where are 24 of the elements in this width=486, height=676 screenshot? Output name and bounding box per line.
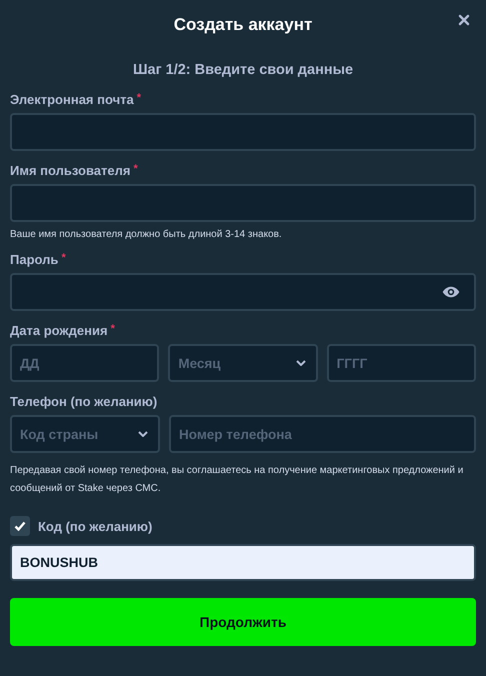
consent-text: Передавая свой номер телефона, вы соглашаетесь на получение маркетинговых предложений и сообщений от Stake через СМС.: [10, 464, 464, 496]
password-field[interactable]: [10, 273, 476, 311]
username-field[interactable]: [10, 184, 476, 222]
field-label: Электронная почта *: [10, 92, 142, 107]
checkmark-icon: [14, 521, 26, 531]
continue-button[interactable]: Продолжить: [10, 598, 476, 646]
chevron-down-icon: [296, 360, 306, 366]
field-label: Телефон (по желанию): [10, 394, 158, 409]
eye-icon[interactable]: [442, 286, 460, 298]
chevron-down-icon: [138, 431, 148, 437]
checkbox-label: Код (по желанию): [38, 518, 152, 534]
year-field[interactable]: ГГГГ: [326, 344, 476, 382]
field-label: Дата рождения *: [10, 323, 116, 338]
modal-title: Создать аккаунт: [174, 15, 312, 35]
phone-number-field[interactable]: Номер телефона: [169, 415, 476, 453]
hint-text: Ваше имя пользователя должно быть длиной 3-14 знаков.: [10, 229, 283, 240]
step-heading: Шаг 1/2: Введите свои данные: [132, 62, 354, 78]
email-field[interactable]: [10, 113, 476, 151]
day-field[interactable]: ДД: [10, 344, 160, 382]
promo-code-field[interactable]: BONUSHUB: [10, 544, 476, 581]
close-button[interactable]: [456, 12, 472, 28]
checkbox[interactable]: [10, 516, 30, 536]
field-label: Пароль *: [10, 252, 67, 267]
field-label: Имя пользователя *: [10, 163, 139, 178]
